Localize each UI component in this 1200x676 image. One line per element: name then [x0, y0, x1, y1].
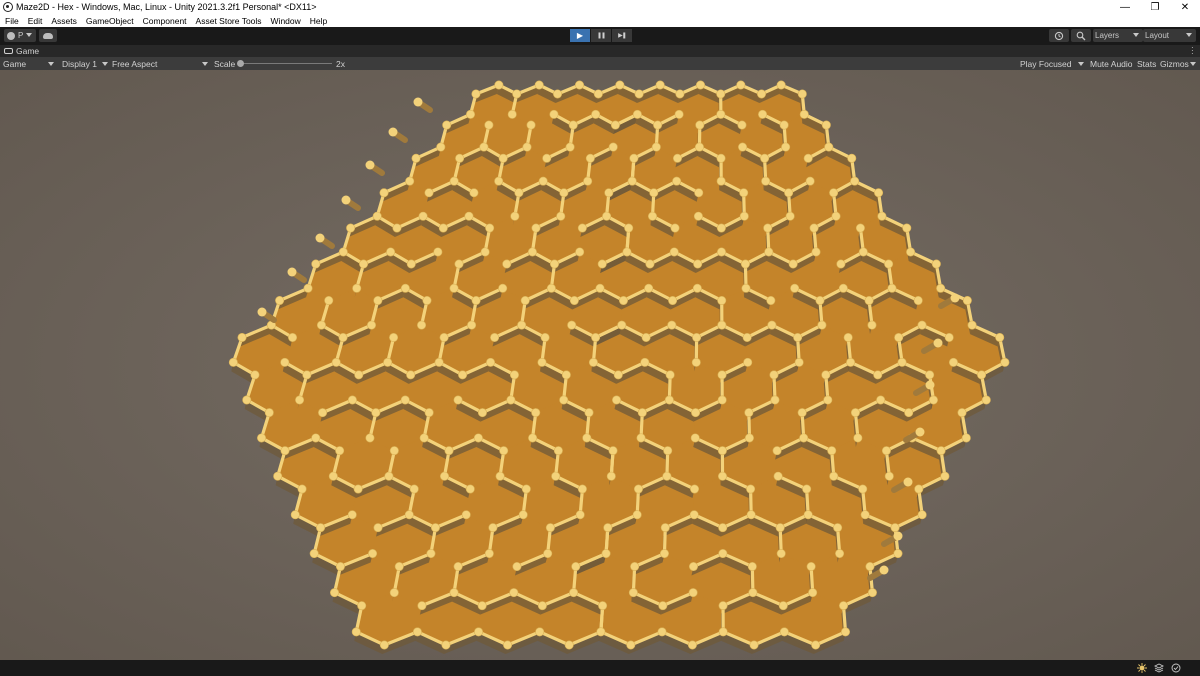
- cache-status-icon[interactable]: [1171, 663, 1181, 673]
- unity-logo-icon: [3, 2, 13, 12]
- tab-game[interactable]: Game: [4, 45, 39, 57]
- menu-bar: File Edit Assets GameObject Component As…: [0, 14, 1200, 27]
- aspect-label: Free Aspect: [112, 58, 158, 69]
- stats-toggle[interactable]: Stats: [1137, 57, 1156, 70]
- play-focused-label: Play Focused: [1020, 58, 1072, 69]
- play-focused-dropdown[interactable]: Play Focused: [1020, 57, 1072, 70]
- window-controls: — ❐ ✕: [1110, 0, 1200, 14]
- pause-button[interactable]: ❚❚: [591, 29, 611, 42]
- game-viewport[interactable]: [0, 70, 1200, 660]
- mute-audio-toggle[interactable]: Mute Audio: [1090, 57, 1133, 70]
- cloud-icon: [43, 32, 53, 39]
- scale-slider-track[interactable]: [240, 63, 332, 64]
- cloud-button[interactable]: [39, 29, 57, 42]
- game-view-toolbar: Game Display 1 Free Aspect Scale 2x Play…: [0, 57, 1200, 70]
- game-mode-label: Game: [3, 58, 27, 69]
- light-icon[interactable]: [1137, 663, 1147, 673]
- undo-history-button[interactable]: [1049, 29, 1069, 42]
- display-label: Display 1: [62, 58, 97, 69]
- layout-dropdown[interactable]: Layout: [1143, 29, 1196, 42]
- chevron-down-icon: [102, 62, 108, 66]
- menu-file[interactable]: File: [0, 16, 23, 26]
- game-mode-dropdown[interactable]: Game: [3, 57, 26, 70]
- layers-dropdown[interactable]: Layers: [1093, 29, 1143, 42]
- menu-assets[interactable]: Assets: [46, 16, 81, 26]
- chevron-down-icon: [26, 33, 32, 37]
- account-label: P: [18, 31, 24, 40]
- chevron-down-icon: [1078, 62, 1084, 66]
- close-button[interactable]: ✕: [1170, 0, 1200, 14]
- gamepad-icon: [4, 48, 13, 54]
- chevron-down-icon: [1133, 33, 1139, 37]
- maximize-button[interactable]: ❐: [1140, 0, 1170, 14]
- menu-edit[interactable]: Edit: [23, 16, 47, 26]
- gizmos-label: Gizmos: [1160, 58, 1189, 69]
- menu-component[interactable]: Component: [138, 16, 191, 26]
- status-bar: [0, 660, 1200, 676]
- account-icon: [7, 31, 15, 40]
- main-toolbar: P ▶ ❚❚ ▶❚ Layers Layout: [0, 27, 1200, 45]
- history-icon: [1054, 31, 1064, 40]
- play-controls: ▶ ❚❚ ▶❚: [570, 29, 633, 42]
- gizmos-toggle[interactable]: Gizmos: [1160, 57, 1189, 70]
- scale-value: 2x: [336, 58, 345, 69]
- layout-label: Layout: [1145, 31, 1170, 40]
- chevron-down-icon: [1186, 33, 1192, 37]
- hex-maze-render: [0, 70, 1200, 660]
- display-dropdown[interactable]: Display 1: [62, 57, 97, 70]
- menu-asset-store-tools[interactable]: Asset Store Tools: [191, 16, 266, 26]
- search-button[interactable]: [1071, 29, 1091, 42]
- menu-window[interactable]: Window: [266, 16, 305, 26]
- layers-label: Layers: [1095, 31, 1120, 40]
- tab-game-label: Game: [16, 46, 40, 56]
- window-title: Maze2D - Hex - Windows, Mac, Linux - Uni…: [16, 2, 317, 12]
- menu-gameobject[interactable]: GameObject: [81, 16, 138, 26]
- tab-strip: Game · · ·: [0, 44, 1200, 58]
- step-button[interactable]: ▶❚: [612, 29, 632, 42]
- account-dropdown[interactable]: P: [4, 29, 36, 42]
- search-icon: [1076, 31, 1086, 40]
- scale-slider-handle[interactable]: [237, 60, 244, 67]
- menu-help[interactable]: Help: [305, 16, 331, 26]
- chevron-down-icon: [48, 62, 54, 66]
- layers-stack-icon[interactable]: [1154, 663, 1164, 673]
- more-options-icon[interactable]: · · ·: [1191, 44, 1194, 58]
- window-title-bar: Maze2D - Hex - Windows, Mac, Linux - Uni…: [0, 0, 1200, 14]
- aspect-dropdown[interactable]: Free Aspect: [112, 57, 157, 70]
- scale-label: Scale: [214, 58, 236, 69]
- play-button[interactable]: ▶: [570, 29, 590, 42]
- minimize-button[interactable]: —: [1110, 0, 1140, 14]
- chevron-down-icon: [1190, 62, 1196, 66]
- chevron-down-icon: [202, 62, 208, 66]
